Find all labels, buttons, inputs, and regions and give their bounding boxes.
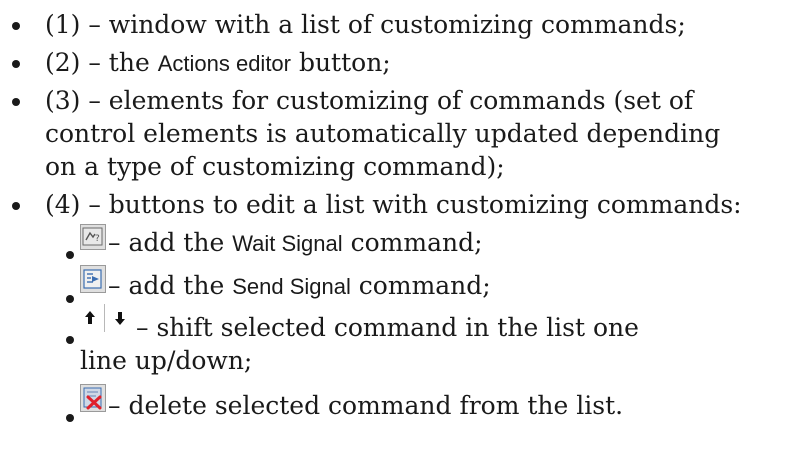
list-item: (1) – window with a list of customizing … [45,8,686,41]
shift-line-1: – shift selected command in the list one [136,313,639,342]
sub-item-shift: – shift selected command in the list one [136,311,639,344]
list-item-continuation: control elements is automatically update… [45,117,720,150]
list-item: (3) – elements for customizing of comman… [45,84,693,117]
list-item: (2) – the Actions editor button; [45,46,391,80]
button-separator [104,304,105,332]
bullet [12,22,20,30]
delete-command-icon [80,384,106,412]
bullet [12,202,20,210]
send-signal-icon [80,265,106,293]
send-pre: – add the [108,271,233,300]
wait-post: command; [342,228,483,257]
item-3-line-2: control elements is automatically update… [45,119,721,148]
item-4-text: (4) – buttons to edit a list with custom… [45,190,742,219]
item-3-line-1: (3) – elements for customizing of comman… [45,86,694,115]
item-1-text: (1) – window with a list of customizing … [45,10,686,39]
list-item: (4) – buttons to edit a list with custom… [45,188,742,221]
delete-text: – delete selected command from the list. [108,391,624,420]
list-item-continuation: on a type of customizing command); [45,150,505,183]
send-post: command; [350,271,491,300]
document: (1) – window with a list of customizing … [0,0,797,464]
sub-item-send: – add the Send Signal command; [108,269,491,303]
sub-item-shift-continuation: line up/down; [80,344,252,377]
wait-pre: – add the [108,228,233,257]
item-2-post: button; [291,48,391,77]
bullet [66,414,74,422]
arrow-up-icon [79,307,101,329]
bullet [66,295,74,303]
shift-line-2: line up/down; [80,346,253,375]
actions-editor-label: Actions editor [157,51,291,76]
item-2-pre: (2) – the [45,48,158,77]
bullet [12,98,20,106]
wait-signal-icon: ? [80,224,106,250]
item-3-line-3: on a type of customizing command); [45,152,505,181]
bullet [66,251,74,259]
arrow-down-icon [109,307,131,329]
sub-item-delete: – delete selected command from the list. [108,389,623,422]
bullet [12,60,20,68]
bullet [66,336,74,344]
svg-text:?: ? [95,234,100,244]
send-signal-label: Send Signal [232,274,351,299]
wait-signal-label: Wait Signal [232,231,343,256]
sub-item-wait: – add the Wait Signal command; [108,226,483,260]
